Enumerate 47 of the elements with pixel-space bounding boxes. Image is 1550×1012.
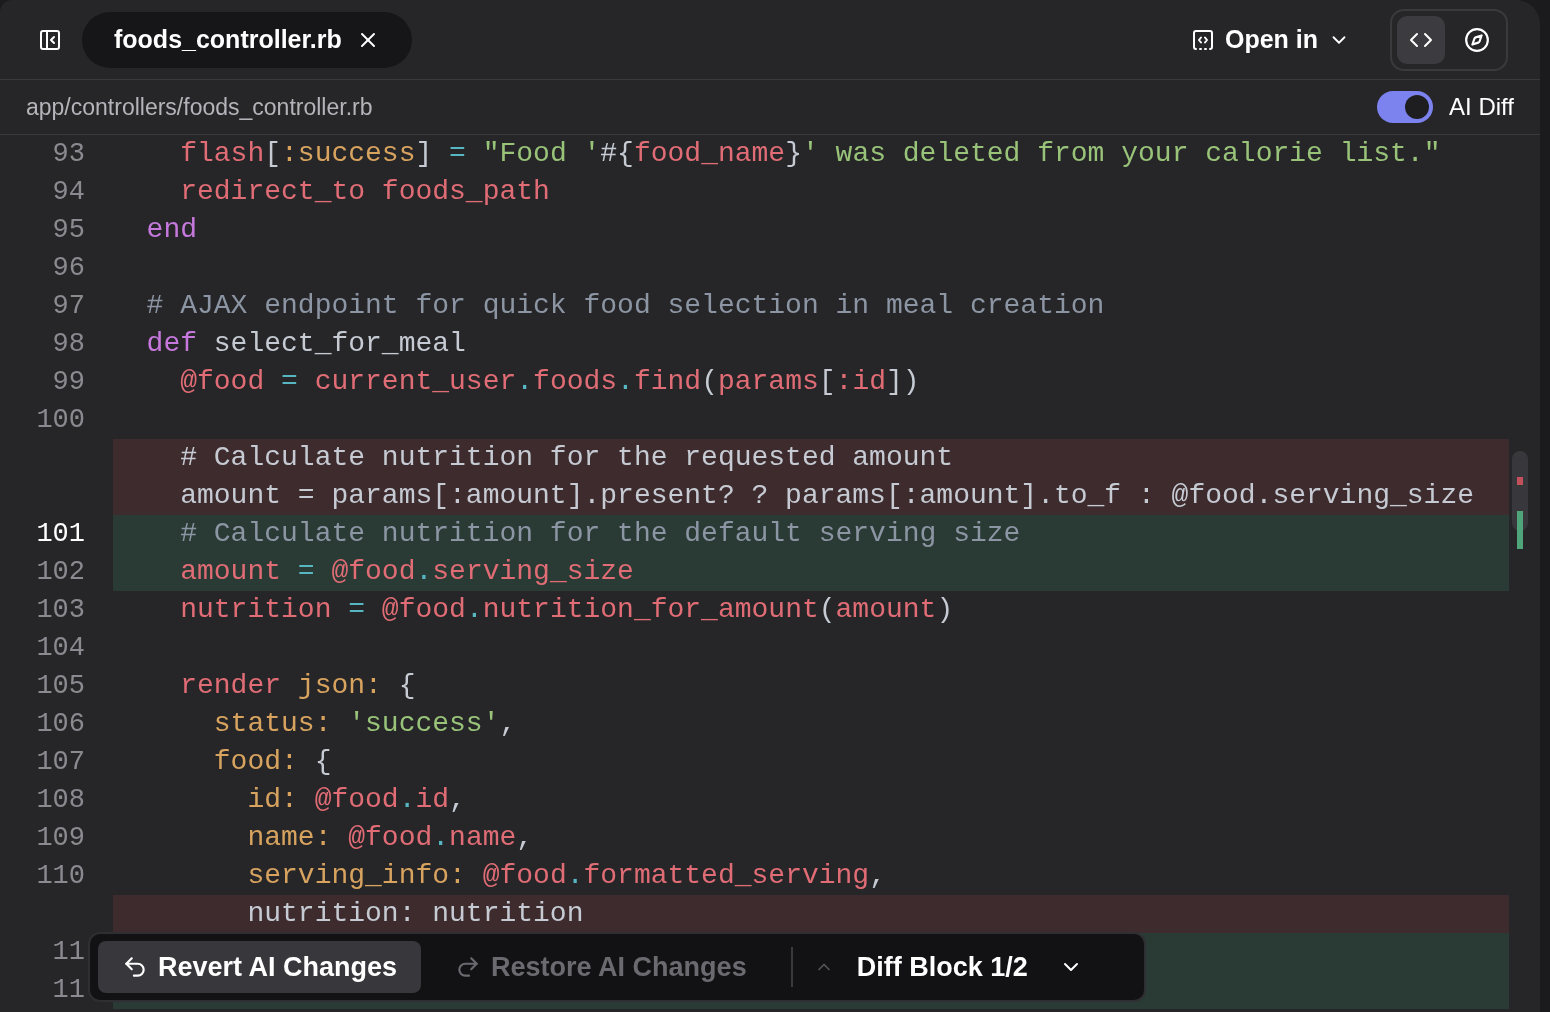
line-number: 107 xyxy=(36,745,85,779)
code-line: # AJAX endpoint for quick food selection in meal creation xyxy=(145,289,1106,323)
open-in-button[interactable]: Open in xyxy=(1190,20,1350,59)
added-marker xyxy=(1517,511,1523,549)
undo-icon xyxy=(122,954,148,980)
removed-marker xyxy=(1517,477,1523,485)
code-line: redirect_to foods_path xyxy=(179,175,551,209)
file-tab[interactable]: foods_controller.rb xyxy=(82,11,412,68)
line-number: 102 xyxy=(36,555,85,589)
code-line: flash[:success] = "Food '#{food_name}' was deleted from your calorie list." xyxy=(179,137,1442,171)
line-number: 94 xyxy=(52,175,85,209)
line-number: 11 xyxy=(52,973,85,1007)
code-line: def select_for_meal xyxy=(145,327,467,361)
tab-title: foods_controller.rb xyxy=(114,23,342,55)
line-number: 97 xyxy=(52,289,85,323)
code-window-icon xyxy=(1190,27,1215,52)
line-number: 108 xyxy=(36,783,85,817)
code-line: nutrition = @food.nutrition_for_amount(amount) xyxy=(179,593,955,627)
line-number: 106 xyxy=(36,707,85,741)
line-number: 11 xyxy=(52,935,85,969)
line-number: 105 xyxy=(36,669,85,703)
ai-diff-switch[interactable] xyxy=(1377,91,1434,123)
line-number: 96 xyxy=(52,251,85,285)
code-view-button[interactable] xyxy=(1397,15,1445,64)
line-number: 93 xyxy=(52,137,85,171)
code-line: @food = current_user.foods.find(params[:id]) xyxy=(179,365,921,399)
code-line: status: 'success', xyxy=(212,707,518,741)
line-number: 98 xyxy=(52,327,85,361)
line-number: 100 xyxy=(36,403,85,437)
compass-icon xyxy=(1464,26,1490,53)
diff-block-counter: Diff Block 1/2 xyxy=(856,950,1028,984)
line-number: 101 xyxy=(36,517,85,551)
line-number: 99 xyxy=(52,365,85,399)
code-line: end xyxy=(145,213,198,247)
file-path: app/controllers/foods_controller.rb xyxy=(26,92,373,122)
line-number: 95 xyxy=(52,213,85,247)
line-number: 103 xyxy=(36,593,85,627)
line-number: 109 xyxy=(36,821,85,855)
line-number: 104 xyxy=(36,631,85,665)
revert-button[interactable]: Revert AI Changes xyxy=(98,941,422,993)
code-line: id: @food.id, xyxy=(246,783,467,817)
code-line: name: @food.name, xyxy=(246,821,535,855)
code-line: food: { xyxy=(212,745,333,779)
code-line: serving_info: @food.formatted_serving, xyxy=(246,859,887,893)
ai-diff-label: AI Diff xyxy=(1449,92,1514,122)
code-line: render json: { xyxy=(179,669,417,703)
line-number: 110 xyxy=(36,859,85,893)
